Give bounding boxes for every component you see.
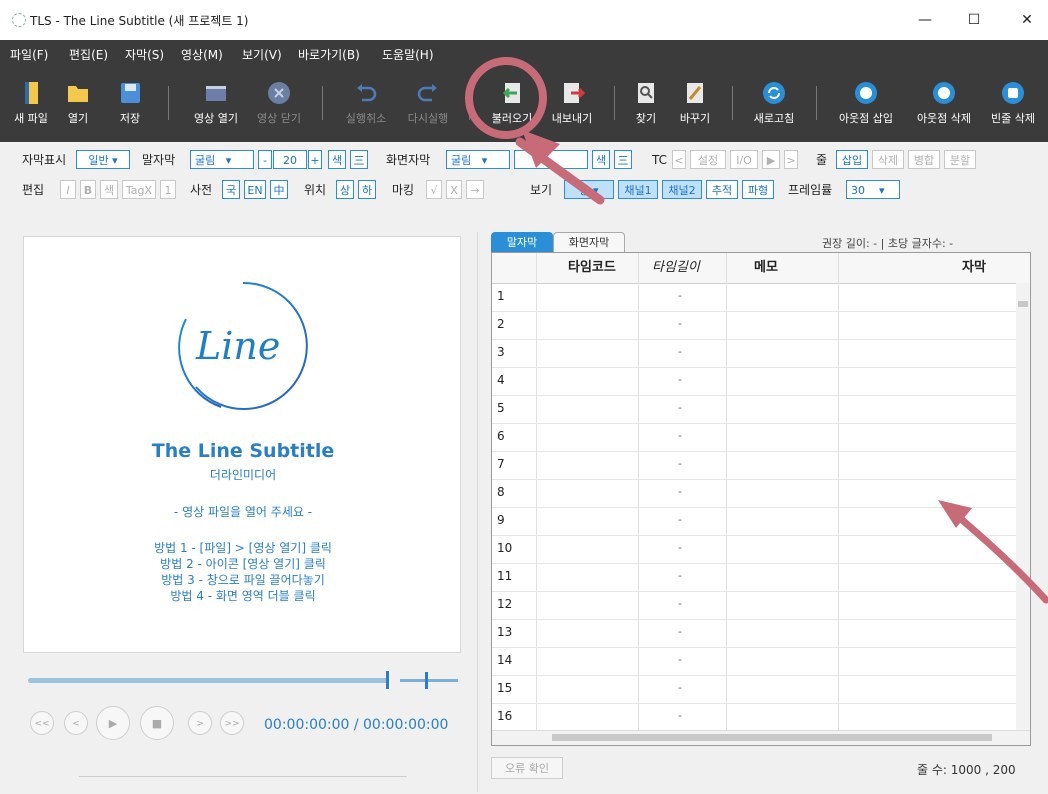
highlight-circle <box>465 57 547 139</box>
arrow-grid <box>944 504 1048 604</box>
annotation-overlay <box>465 57 1048 604</box>
